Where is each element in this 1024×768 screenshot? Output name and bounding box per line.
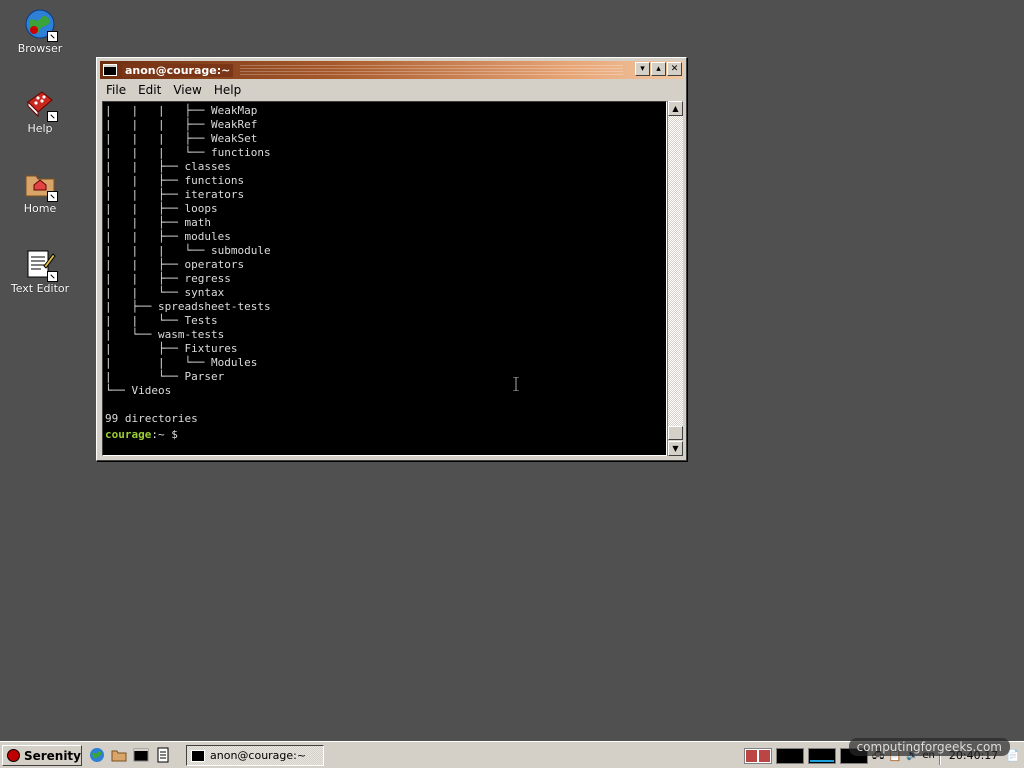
close-button[interactable]: ✕ (667, 62, 682, 76)
shortcut-arrow-icon (47, 111, 58, 122)
workspace-1[interactable] (743, 747, 772, 764)
prompt-user: courage (105, 428, 152, 441)
watermark: computingforgeeks.com (848, 738, 1010, 756)
start-button[interactable]: Serenity (2, 745, 82, 766)
text-editor-quicklaunch-icon[interactable] (154, 746, 172, 764)
terminal-prompt[interactable]: courage:~ $ (103, 426, 666, 442)
terminal-output: | | | ├── WeakMap | | | ├── WeakRef | | … (105, 104, 271, 425)
text-cursor-icon (513, 377, 519, 391)
terminal-icon (191, 749, 205, 762)
maximize-button[interactable]: ▴ (651, 62, 666, 76)
window-title: anon@courage:~ (122, 63, 234, 77)
browser-quicklaunch-icon[interactable] (88, 746, 106, 764)
menubar: File Edit View Help (100, 81, 683, 99)
desktop-icon-help[interactable]: Help (0, 88, 80, 135)
text-editor-icon (24, 248, 58, 282)
desktop-icon-label: Home (23, 202, 57, 215)
scroll-thumb[interactable] (668, 426, 683, 440)
desktop-icon-text-editor[interactable]: Text Editor (0, 248, 80, 295)
prompt-path: :~ $ (151, 428, 178, 441)
desktop-icon-home[interactable]: Home (0, 168, 80, 215)
taskbar: Serenity anon@courage:~ 🖧 📋 🔊 en 20:40:1… (0, 738, 1024, 768)
scroll-track[interactable] (668, 116, 683, 426)
shortcut-arrow-icon (47, 191, 58, 202)
shortcut-arrow-icon (47, 271, 58, 282)
desktop-icon-browser[interactable]: Browser (0, 8, 80, 55)
cpu-graph (807, 747, 836, 764)
menu-help[interactable]: Help (208, 83, 247, 97)
menu-view[interactable]: View (167, 83, 207, 97)
quick-launch (88, 746, 172, 764)
start-label: Serenity (23, 748, 81, 763)
desktop-icon-label: Help (27, 122, 53, 135)
menu-edit[interactable]: Edit (132, 83, 167, 97)
file-manager-quicklaunch-icon[interactable] (110, 746, 128, 764)
desktop-icon-label: Text Editor (10, 282, 70, 295)
vertical-scrollbar[interactable]: ▲ ▼ (667, 101, 683, 456)
desktop-icon-label: Browser (17, 42, 63, 55)
serenity-logo-icon (7, 749, 20, 762)
home-folder-icon (24, 168, 58, 202)
taskbar-window-button[interactable]: anon@courage:~ (186, 745, 324, 766)
scroll-down-button[interactable]: ▼ (668, 441, 683, 456)
taskbar-window-label: anon@courage:~ (210, 749, 307, 762)
terminal-window: anon@courage:~ ▾ ▴ ✕ File Edit View Help… (96, 57, 687, 461)
terminal-icon (103, 64, 117, 76)
scroll-up-button[interactable]: ▲ (668, 101, 683, 116)
browser-icon (24, 8, 58, 42)
help-book-icon (24, 88, 58, 122)
terminal-quicklaunch-icon[interactable] (132, 746, 150, 764)
workspace-2[interactable] (775, 747, 804, 764)
window-titlebar[interactable]: anon@courage:~ ▾ ▴ ✕ (100, 61, 683, 79)
menu-file[interactable]: File (100, 83, 132, 97)
shortcut-arrow-icon (47, 31, 58, 42)
terminal-view[interactable]: | | | ├── WeakMap | | | ├── WeakRef | | … (102, 101, 667, 456)
minimize-button[interactable]: ▾ (635, 62, 650, 76)
